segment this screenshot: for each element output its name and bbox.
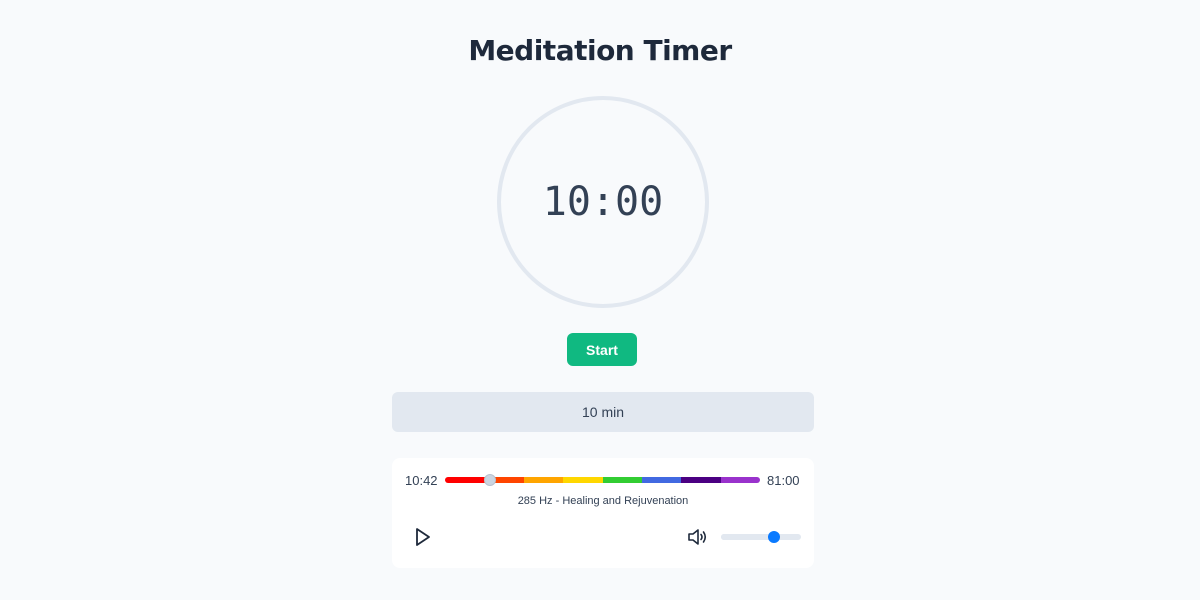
spectrum-segment: [641, 477, 682, 483]
audio-player: 10:42 81:00 285 Hz - Healing and Rejuven…: [392, 458, 814, 568]
spectrum-segment: [523, 477, 564, 483]
frequency-label: 285 Hz - Healing and Rejuvenation: [517, 495, 689, 507]
spectrum-segment: [445, 477, 485, 483]
meditation-timer-page: Meditation Timer 10:00 Start 10 min 10:4…: [0, 0, 1200, 600]
elapsed-time: 10:42: [405, 473, 438, 488]
volume-fill: [721, 534, 774, 540]
volume-icon[interactable]: [687, 527, 709, 547]
page-title: Meditation Timer: [468, 34, 732, 67]
duration-selector[interactable]: 10 min: [392, 392, 814, 432]
volume-thumb[interactable]: [767, 531, 780, 543]
spectrum-segment: [681, 477, 721, 483]
spectrum-segment: [563, 477, 603, 483]
total-time: 81:00: [767, 473, 800, 488]
spectrum-segment: [720, 477, 760, 483]
spectrum-segment: [602, 477, 642, 483]
progress-thumb[interactable]: [483, 474, 496, 486]
volume-slider[interactable]: [721, 531, 801, 543]
start-button[interactable]: Start: [567, 333, 637, 366]
timer-display: 10:00: [542, 179, 664, 225]
play-icon[interactable]: [412, 526, 434, 548]
